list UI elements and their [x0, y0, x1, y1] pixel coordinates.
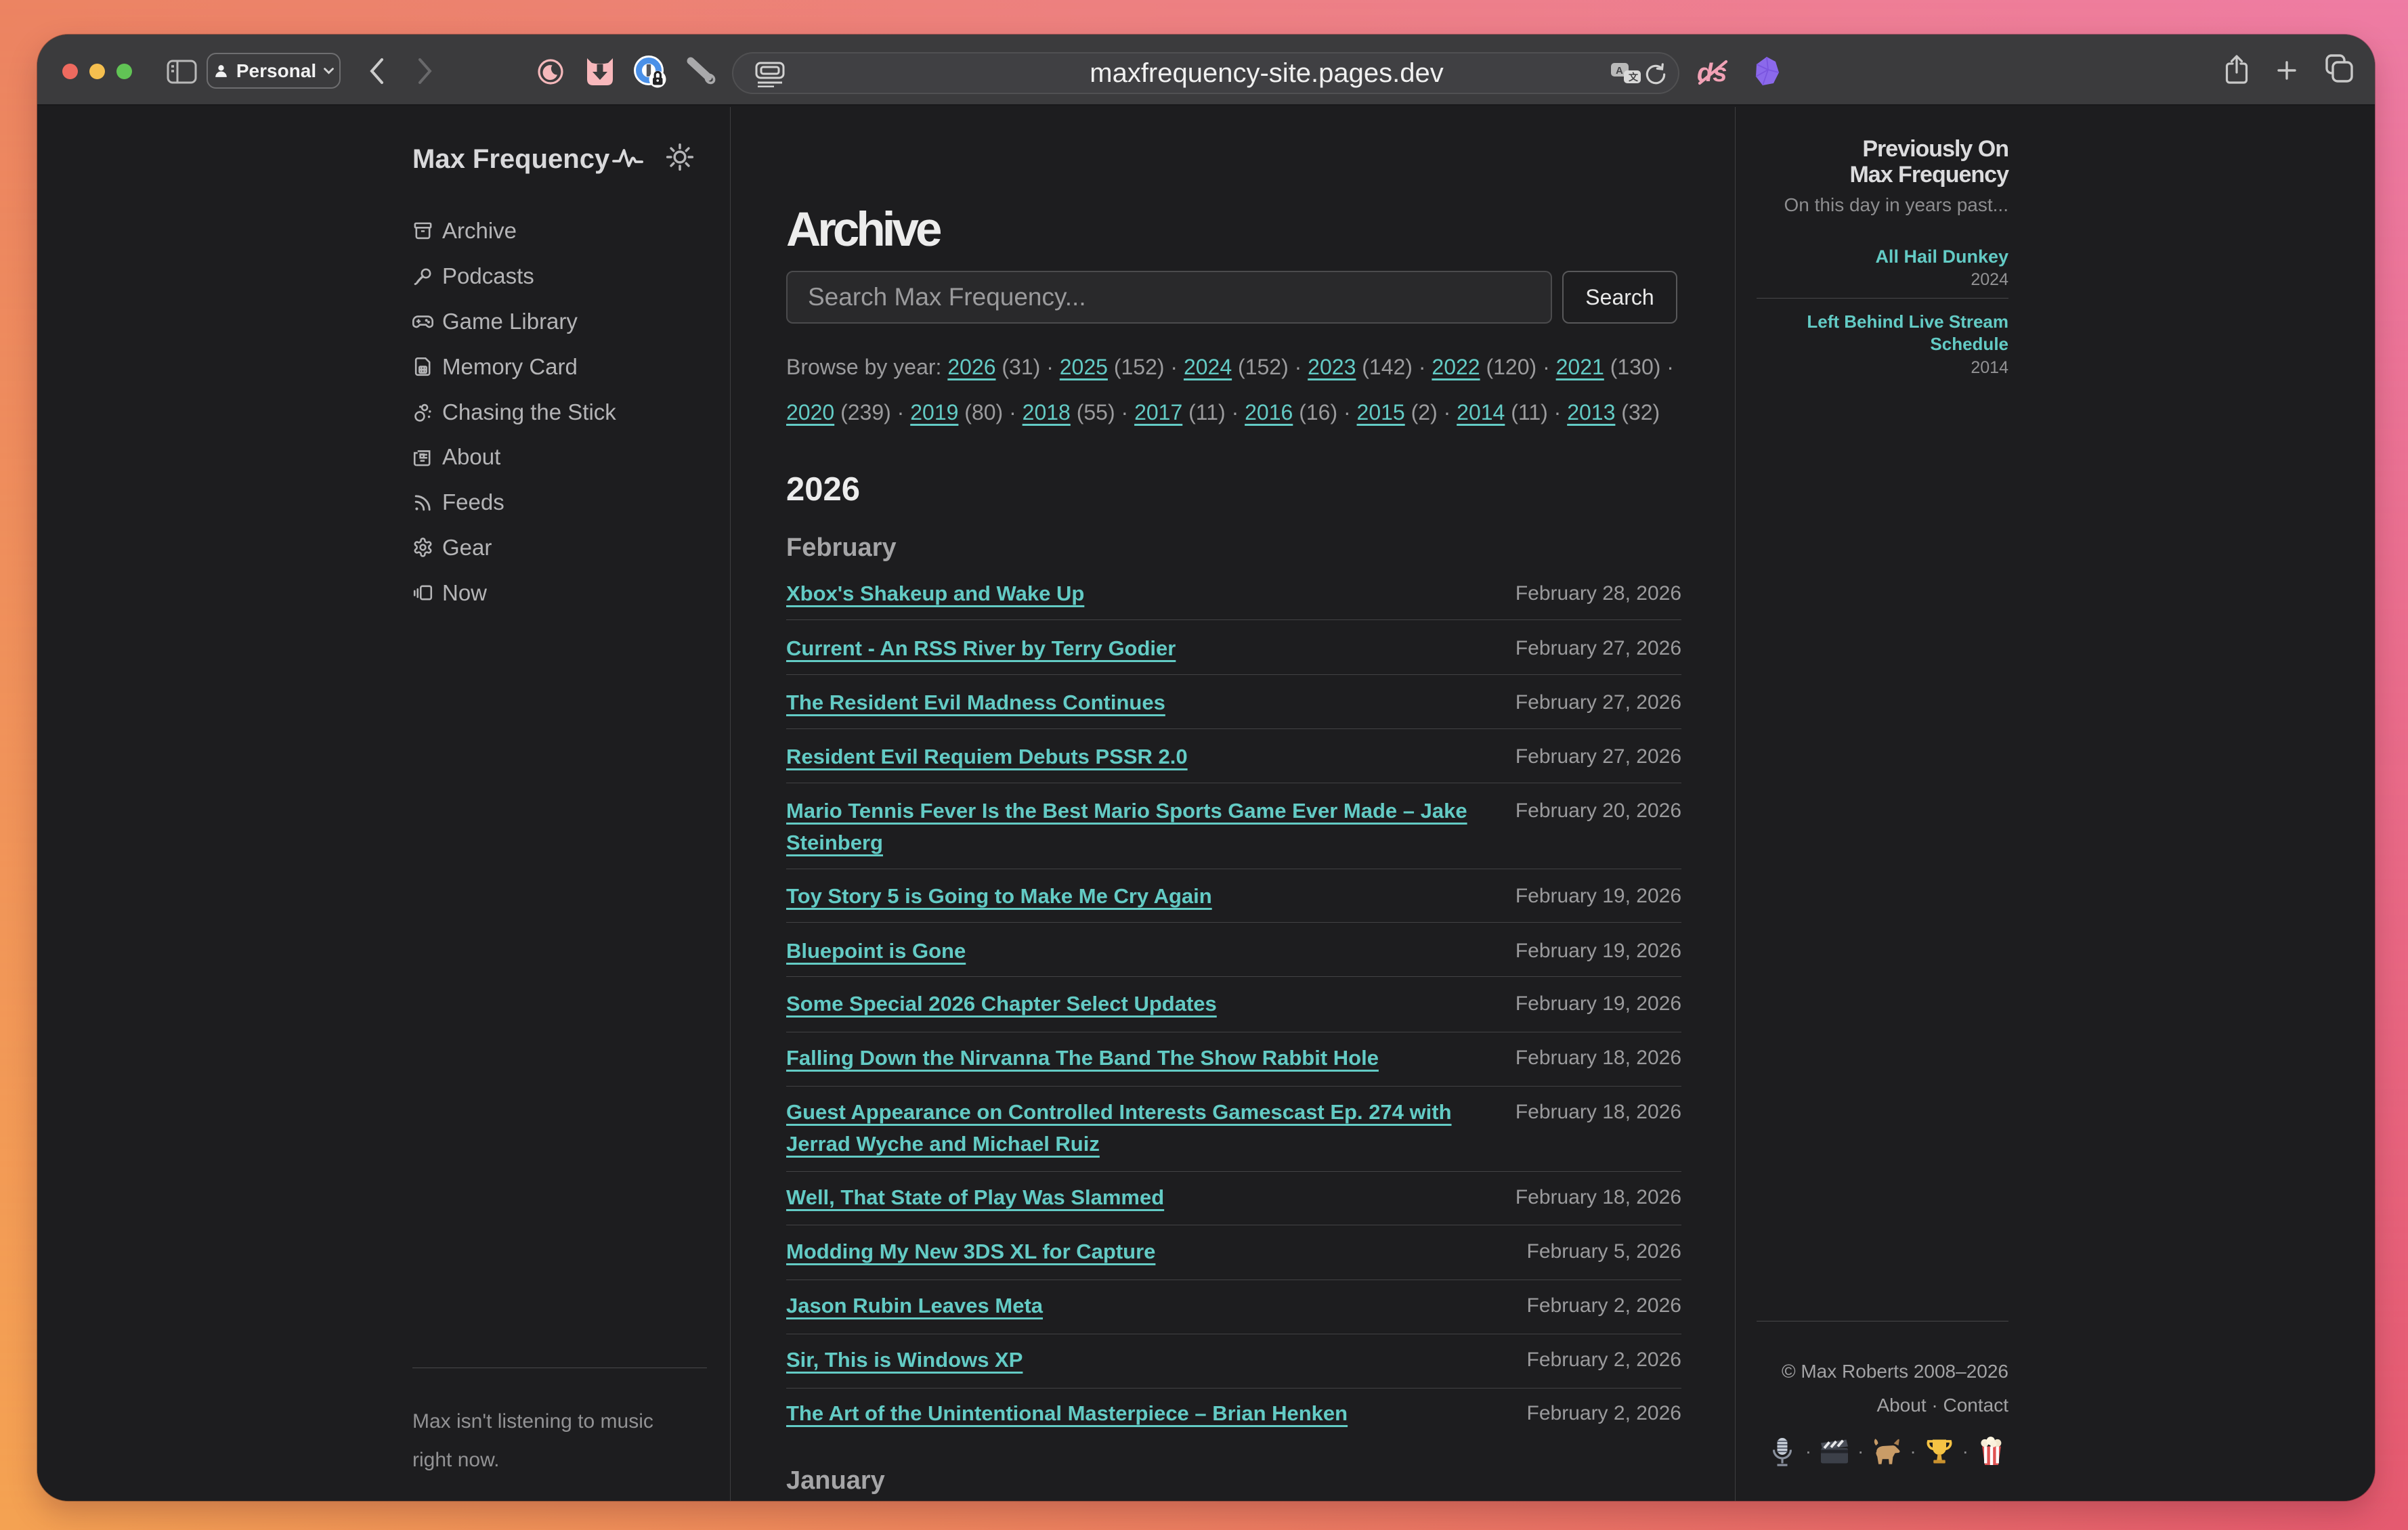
svg-text:文: 文 [1629, 72, 1639, 83]
svg-text:A: A [1616, 65, 1623, 76]
